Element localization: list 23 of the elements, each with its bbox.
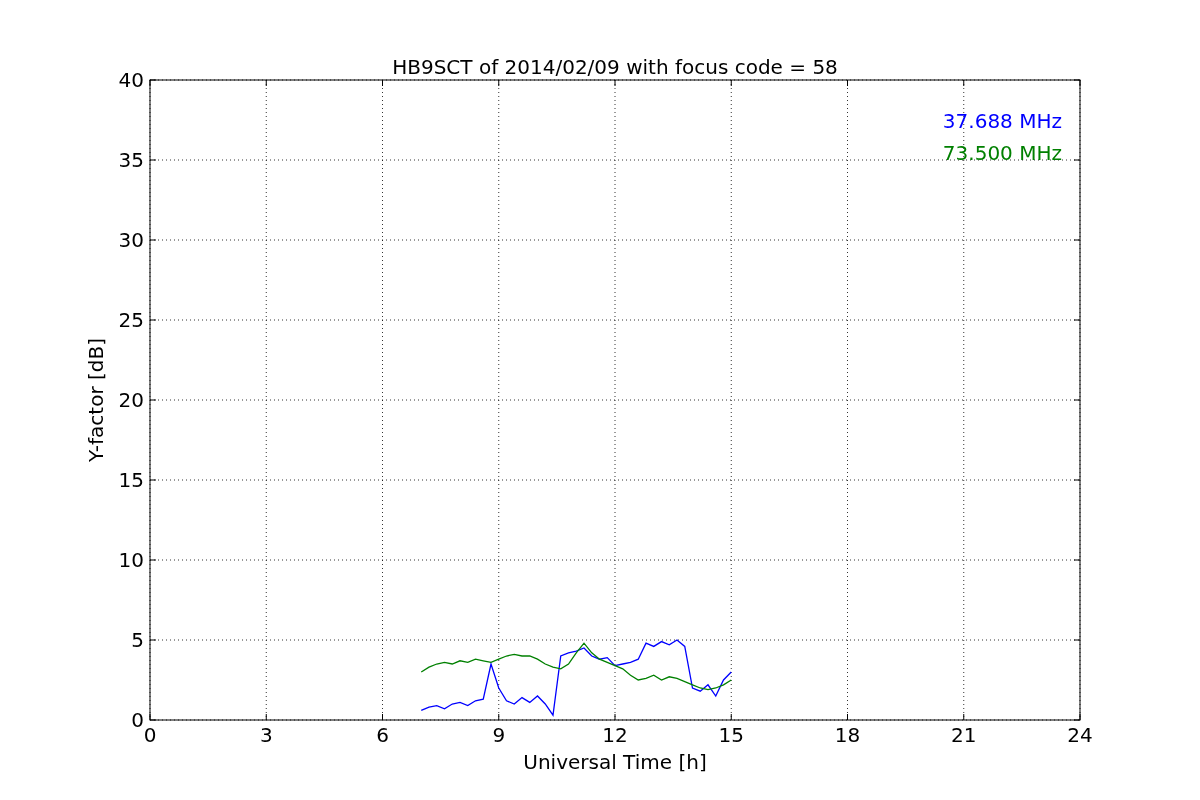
tick-label: 0 <box>131 708 144 732</box>
tick-label: 30 <box>118 228 144 252</box>
tick-label: 21 <box>951 723 977 747</box>
tick-label: 5 <box>131 628 144 652</box>
tick-label: 15 <box>118 468 144 492</box>
tick-label: 18 <box>834 723 861 747</box>
tick-label: 35 <box>118 148 144 172</box>
tick-label: 3 <box>259 723 273 747</box>
tick-label: 15 <box>718 723 744 747</box>
tick-label: 25 <box>118 308 144 332</box>
legend-label: 73.500 MHz <box>942 141 1062 165</box>
tick-label: 0 <box>143 723 157 747</box>
tick-label: 24 <box>1067 723 1093 747</box>
tick-label: 10 <box>118 548 144 572</box>
tick-label: 40 <box>118 68 144 92</box>
legend-label: 37.688 MHz <box>942 109 1062 133</box>
x-axis-label: Universal Time [h] <box>523 750 707 774</box>
tick-label: 12 <box>602 723 628 747</box>
tick-label: 6 <box>376 723 389 747</box>
tick-label: 20 <box>118 388 144 412</box>
tick-label: 9 <box>492 723 506 747</box>
y-axis-label: Y-factor [dB] <box>84 338 108 462</box>
chart-title: HB9SCT of 2014/02/09 with focus code = 58 <box>392 55 838 79</box>
